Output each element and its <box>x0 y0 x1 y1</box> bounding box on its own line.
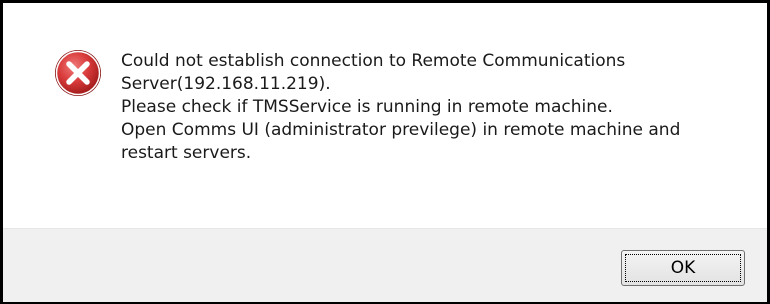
message-line: restart servers. <box>121 143 252 163</box>
error-dialog: Could not establish connection to Remote… <box>0 0 770 304</box>
ok-button-label: OK <box>625 254 741 282</box>
dialog-footer: OK <box>3 228 767 302</box>
message-line: Open Comms UI (administrator previlege) … <box>121 120 681 140</box>
ok-button[interactable]: OK <box>621 250 745 286</box>
error-message: Could not establish connection to Remote… <box>121 50 741 165</box>
error-icon <box>55 50 101 96</box>
message-line: Please check if TMSService is running in… <box>121 97 613 117</box>
dialog-content: Could not establish connection to Remote… <box>3 3 767 228</box>
message-line: Could not establish connection to Remote… <box>121 51 626 71</box>
message-line: Server(192.168.11.219). <box>121 74 331 94</box>
